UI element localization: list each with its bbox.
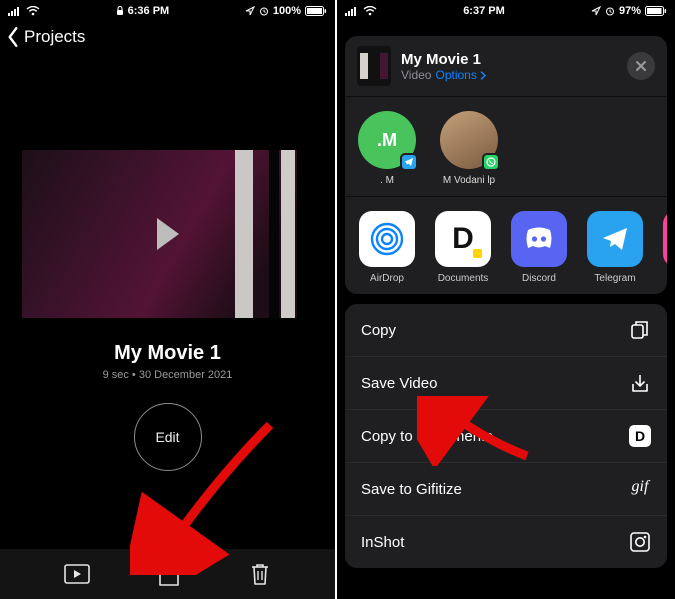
status-left: [8, 6, 40, 16]
action-label: Save to Gifitize: [361, 481, 462, 498]
edit-label: Edit: [155, 429, 179, 445]
status-left: [345, 6, 377, 16]
status-center: 6:36 PM: [116, 5, 170, 17]
share-header: My Movie 1 Video Options: [345, 36, 667, 97]
share-icon[interactable]: [158, 561, 180, 587]
app-partial[interactable]: Me: [659, 211, 667, 284]
app-label: Discord: [507, 273, 571, 284]
copy-icon: [629, 319, 651, 341]
back-label: Projects: [24, 27, 85, 47]
alarm-icon: [259, 6, 269, 16]
lock-icon: [116, 6, 124, 16]
battery-icon: [305, 6, 327, 16]
chevron-left-icon: [6, 26, 20, 48]
location-icon: [245, 6, 255, 16]
share-contact[interactable]: .M . M: [357, 111, 417, 186]
action-copy-documents[interactable]: Copy to Documents D: [345, 410, 667, 463]
app-label: Me: [659, 273, 667, 284]
action-label: InShot: [361, 534, 404, 551]
signal-icon: [8, 6, 22, 16]
share-sheet: My Movie 1 Video Options .M: [345, 36, 667, 599]
app-label: Telegram: [583, 273, 647, 284]
whatsapp-badge-icon: [482, 153, 500, 171]
share-contacts-row: .M . M M Vodani lp: [345, 97, 667, 196]
share-options-link[interactable]: Options: [435, 68, 487, 82]
telegram-icon: [587, 211, 643, 267]
location-icon: [591, 6, 601, 16]
wifi-icon: [26, 6, 40, 16]
share-title: My Movie 1: [401, 51, 617, 68]
wifi-icon: [363, 6, 377, 16]
movie-info: My Movie 1 9 sec • 30 December 2021: [0, 342, 335, 381]
status-right: 97%: [591, 5, 667, 17]
play-rect-icon[interactable]: [64, 564, 90, 584]
close-button[interactable]: [627, 52, 655, 80]
app-airdrop[interactable]: AirDrop: [355, 211, 419, 284]
download-icon: [629, 372, 651, 394]
telegram-badge-icon: [400, 153, 418, 171]
action-inshot[interactable]: InShot: [345, 516, 667, 568]
status-bar: 6:37 PM 97%: [337, 0, 675, 20]
avatar: .M: [358, 111, 416, 169]
share-actions-list: Copy Save Video Copy to Documents D Save…: [345, 304, 667, 568]
contact-label: M Vodani lp: [439, 175, 499, 186]
app-label: AirDrop: [355, 273, 419, 284]
app-label: Documents: [431, 273, 495, 284]
partial-app-icon: [663, 211, 667, 267]
status-center: 6:37 PM: [463, 5, 505, 17]
airdrop-icon: [359, 211, 415, 267]
movie-title: My Movie 1: [0, 342, 335, 365]
status-battery-text: 100%: [273, 5, 301, 17]
status-time: 6:37 PM: [463, 5, 505, 17]
movie-subtitle: 9 sec • 30 December 2021: [0, 369, 335, 381]
chevron-right-icon: [480, 71, 487, 80]
discord-icon: [511, 211, 567, 267]
action-label: Save Video: [361, 375, 437, 392]
status-time: 6:36 PM: [128, 5, 170, 17]
gif-icon: gif: [629, 478, 651, 500]
play-icon: [157, 218, 179, 250]
bottom-toolbar: [0, 549, 335, 599]
screen-right: 6:37 PM 97% My Movie 1 Video Options: [337, 0, 675, 599]
app-documents[interactable]: D Documents: [431, 211, 495, 284]
close-icon: [635, 60, 647, 72]
app-discord[interactable]: Discord: [507, 211, 571, 284]
app-telegram[interactable]: Telegram: [583, 211, 647, 284]
signal-icon: [345, 6, 359, 16]
status-battery-text: 97%: [619, 5, 641, 17]
action-save-video[interactable]: Save Video: [345, 357, 667, 410]
back-projects[interactable]: Projects: [0, 20, 335, 58]
action-label: Copy to Documents: [361, 428, 493, 445]
screen-left: 6:36 PM 100% Projects My Movie 1 9 sec •…: [0, 0, 337, 599]
share-thumbnail: [357, 46, 391, 86]
alarm-icon: [605, 6, 615, 16]
share-contact[interactable]: M Vodani lp: [439, 111, 499, 186]
status-right: 100%: [245, 5, 327, 17]
status-bar: 6:36 PM 100%: [0, 0, 335, 20]
action-save-gifitize[interactable]: Save to Gifitize gif: [345, 463, 667, 516]
share-apps-row: AirDrop D Documents Discord Telegram: [345, 196, 667, 294]
action-label: Copy: [361, 322, 396, 339]
battery-icon: [645, 6, 667, 16]
share-subtitle-type: Video: [401, 68, 431, 82]
video-preview[interactable]: [0, 150, 335, 318]
edit-button[interactable]: Edit: [134, 403, 202, 471]
documents-small-icon: D: [629, 425, 651, 447]
action-copy[interactable]: Copy: [345, 304, 667, 357]
contact-label: . M: [357, 175, 417, 186]
avatar: [440, 111, 498, 169]
trash-icon[interactable]: [249, 562, 271, 586]
documents-icon: D: [435, 211, 491, 267]
inshot-icon: [629, 531, 651, 553]
